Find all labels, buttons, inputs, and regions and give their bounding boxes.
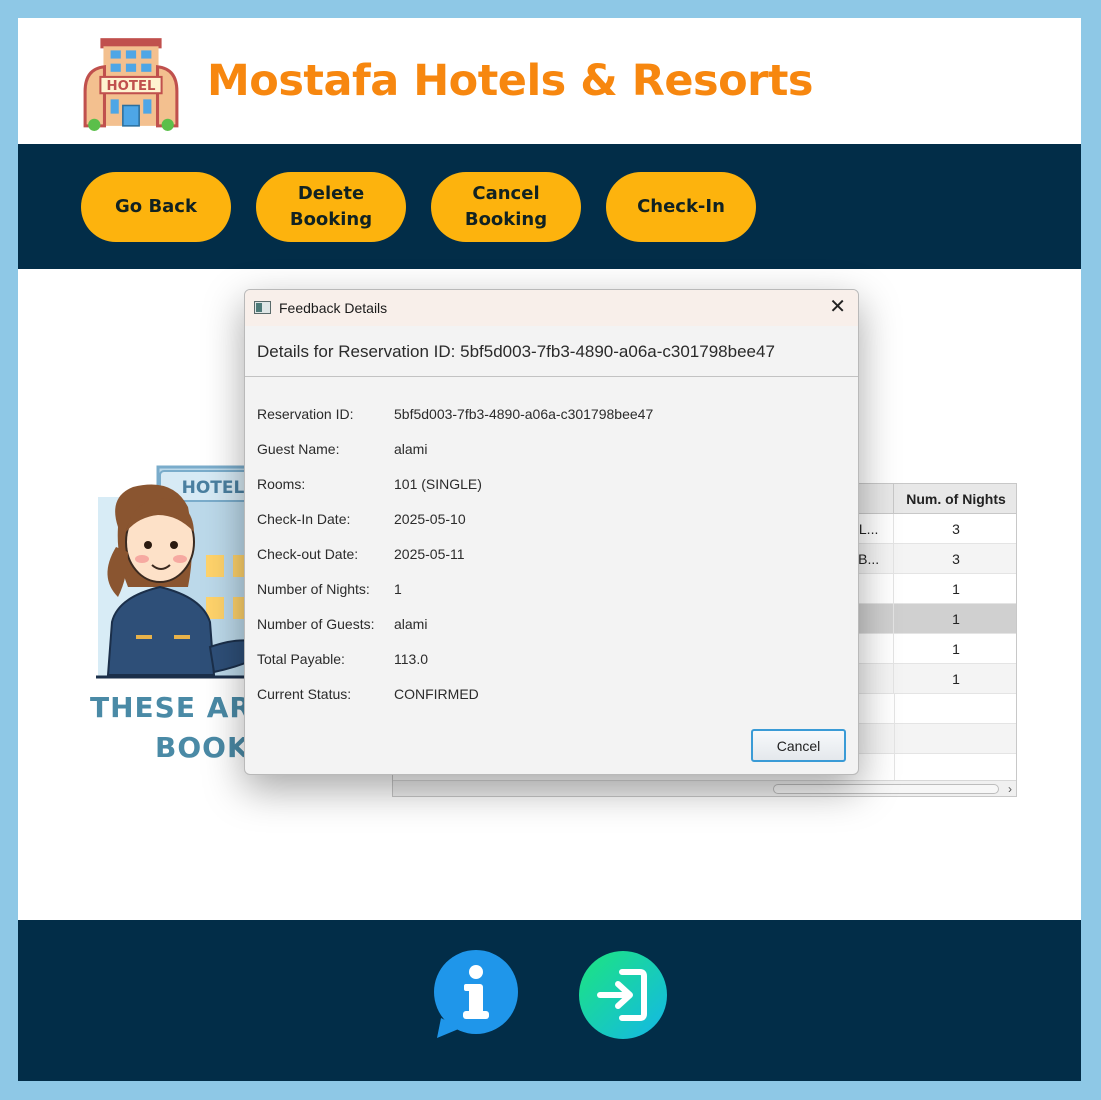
- nights-cell: 1: [952, 641, 960, 657]
- detail-value: CONFIRMED: [394, 686, 479, 702]
- building-sign-text: HOTEL: [182, 478, 245, 498]
- dialog-cancel-button[interactable]: Cancel: [751, 729, 846, 762]
- detail-value: 2025-05-11: [394, 546, 465, 562]
- check-in-button[interactable]: Check-In: [606, 172, 756, 242]
- detail-label: Total Payable:: [257, 651, 345, 667]
- detail-label: Rooms:: [257, 476, 306, 492]
- app-header: HOTEL Mostafa Hotels & Resorts: [18, 18, 1081, 144]
- dialog-titlebar[interactable]: Feedback Details ✕: [245, 290, 858, 326]
- dialog-header: Details for Reservation ID: 5bf5d003-7fb…: [245, 326, 858, 377]
- detail-value: 2025-05-10: [394, 511, 466, 527]
- cancel-booking-label-line2: Booking: [464, 209, 548, 230]
- close-icon[interactable]: ✕: [829, 296, 846, 318]
- cancel-booking-label-line1: Cancel: [472, 183, 540, 204]
- action-toolbar: Go Back Delete Booking Cancel Booking Ch…: [18, 144, 1081, 269]
- feedback-details-dialog: Feedback Details ✕ Details for Reservati…: [244, 289, 859, 775]
- detail-label: Check-In Date:: [257, 511, 351, 527]
- detail-value: alami: [394, 616, 428, 632]
- scrollbar-thumb[interactable]: [773, 784, 999, 794]
- nights-cell: 3: [952, 521, 960, 537]
- logout-icon[interactable]: [578, 950, 668, 1040]
- nights-cell: 3: [952, 551, 960, 567]
- detail-label: Check-out Date:: [257, 546, 359, 562]
- detail-value: 1: [394, 581, 402, 597]
- column-header-num-nights[interactable]: Num. of Nights: [894, 484, 1016, 514]
- detail-label: Number of Nights:: [257, 581, 370, 597]
- empty-cell: [894, 694, 1016, 724]
- delete-booking-label-line2: Booking: [289, 209, 373, 230]
- dialog-window-title: Feedback Details: [279, 300, 388, 316]
- detail-label: Reservation ID:: [257, 406, 354, 422]
- nights-cell: 1: [952, 581, 960, 597]
- hotel-logo-icon: HOTEL: [83, 38, 179, 131]
- window-app-icon: [254, 301, 271, 314]
- check-in-label: Check-In: [637, 196, 725, 217]
- detail-value: alami: [394, 441, 428, 457]
- detail-label: Current Status:: [257, 686, 352, 702]
- detail-value: 101 (SINGLE): [394, 476, 482, 492]
- scroll-right-arrow-icon[interactable]: ›: [1008, 781, 1012, 796]
- nights-cell: 1: [952, 671, 960, 687]
- go-back-button[interactable]: Go Back: [81, 172, 231, 242]
- horizontal-scrollbar[interactable]: ›: [393, 780, 1016, 796]
- empty-cell: [894, 724, 1016, 754]
- detail-value: 5bf5d003-7fb3-4890-a06a-c301798bee47: [394, 406, 654, 422]
- nights-cell: 1: [952, 611, 960, 627]
- delete-booking-button[interactable]: Delete Booking: [256, 172, 406, 242]
- app-footer: [18, 920, 1081, 1081]
- dialog-header-text: Details for Reservation ID: 5bf5d003-7fb…: [257, 342, 775, 361]
- logo-text: HOTEL: [107, 79, 156, 94]
- detail-label: Guest Name:: [257, 441, 340, 457]
- go-back-label: Go Back: [115, 196, 197, 217]
- delete-booking-label-line1: Delete: [297, 183, 365, 204]
- info-icon[interactable]: [431, 950, 521, 1040]
- detail-value: 113.0: [394, 651, 428, 667]
- app-title: Mostafa Hotels & Resorts: [207, 56, 813, 106]
- detail-label: Number of Guests:: [257, 616, 375, 632]
- cancel-booking-button[interactable]: Cancel Booking: [431, 172, 581, 242]
